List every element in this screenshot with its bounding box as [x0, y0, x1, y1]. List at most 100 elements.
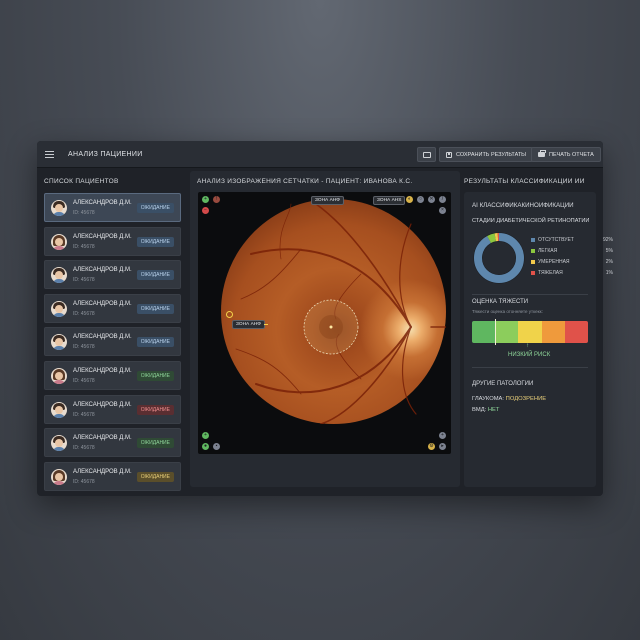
patient-name: АЛЕКСАНДРОВ Д.М.: [73, 233, 132, 240]
viewer-title: АНАЛИЗ ИЗОБРАЖЕНИЯ СЕТЧАТКИ - ПАЦИЕНТ: И…: [197, 178, 413, 185]
status-badge: ОЖИДАНИЕ: [136, 471, 174, 482]
legend-label: ЛЕГКАЯ: [538, 248, 558, 254]
results-title: РЕЗУЛЬТАТЫ КЛАССИФИКАЦИИ ИИ: [464, 178, 585, 185]
patient-name: АЛЕКСАНДРОВ Д.М.: [73, 334, 132, 341]
severity-marker: [495, 319, 497, 345]
severity-arrow-icon: ↑: [526, 343, 529, 349]
status-badge: ОЖИДАНИЕ: [136, 438, 174, 449]
legend-label: ТЯЖЕЛАЯ: [538, 270, 563, 276]
avatar: [51, 200, 67, 216]
risk-label: НИЗКИЙ РИСК: [508, 352, 551, 358]
patient-list-panel: СПИСОК ПАЦИЕНТОВ АЛЕКСАНДРОВ Д.М. ID: 456…: [37, 171, 188, 491]
avatar: [51, 435, 67, 452]
donut-slice-0: [474, 233, 524, 283]
amd-value: НЕТ: [487, 407, 500, 413]
ai-classification-title: AI КЛАССИФИКАКИНОИФИКАЦИИ: [472, 202, 574, 209]
menu-icon[interactable]: [45, 151, 54, 158]
avatar: [51, 267, 67, 284]
severity-segment-1: [495, 321, 519, 343]
patient-id: ID: 45678: [73, 210, 95, 216]
patient-list-item[interactable]: АЛЕКСАНДРОВ Д.М. ID: 45678 ОЖИДАНИЕ: [44, 428, 181, 458]
zoom-in-icon[interactable]: +: [202, 196, 209, 203]
avatar: [51, 401, 67, 418]
legend-label: ОТСУТСТВУЕТ: [538, 237, 574, 243]
severity-segment-3: [541, 321, 565, 343]
legend-swatch: [531, 249, 535, 253]
patient-name: АЛЕКСАНДРОВ Д.М.: [73, 267, 132, 274]
filter-icon[interactable]: ✕: [428, 196, 435, 203]
patient-id: ID: 45678: [73, 277, 95, 284]
dr-stages-title: СТАДИИ ДИАБЕТИЧЕСКОЙ РЕТИНОПАТИИ: [472, 218, 590, 224]
other-pathologies-title: ДРУГИЕ ПАТОЛОГИИ: [472, 381, 534, 387]
avatar: [51, 233, 67, 250]
patient-list-title: СПИСОК ПАЦИЕНТОВ: [44, 178, 119, 185]
patient-list-item[interactable]: АЛЕКСАНДРОВ Д.М. ID: 45678 ОЖИДАНИЕ: [44, 394, 181, 424]
results-card: AI КЛАССИФИКАКИНОИФИКАЦИИ СТАДИИ ДИАБЕТИ…: [464, 192, 613, 487]
patient-list-item[interactable]: АЛЕКСАНДРОВ Д.М. ID: 45678 ОЖИДАНИЕ: [44, 293, 181, 323]
app-window: АНАЛИЗ ПАЦИЕНИИ СОХРАНИТЬ РЕЗУЛЬТАТЫ ПЕЧ…: [37, 141, 613, 496]
brightness-icon[interactable]: ◐: [406, 196, 413, 203]
patient-list-item[interactable]: АЛЕКСАНДРОВ Д.М. ID: 45678 ОЖИДАНИЕ: [44, 361, 181, 390]
severity-title: ОЦЕНКА ТЯЖЕСТИ: [472, 299, 529, 305]
patient-id: ID: 45678: [73, 344, 95, 351]
avatar: [51, 468, 67, 485]
legend-label: УМЕРЕННАЯ: [538, 259, 570, 265]
save-results-label: СОХРАНИТЬ РЕЗУЛЬТАТЫ: [456, 151, 527, 158]
severity-segment-4: [564, 321, 588, 343]
avatar: [51, 368, 67, 384]
printer-icon: [538, 150, 546, 157]
patient-name: АЛЕКСАНДРОВ Д.М.: [73, 200, 132, 206]
severity-segment-2: [518, 321, 542, 343]
add-marker-icon[interactable]: +: [202, 432, 209, 439]
patient-name: АЛЕКСАНДРОВ Д.М.: [73, 401, 132, 408]
status-badge: ОЖИДАНИЕ: [136, 371, 174, 381]
print-report-button[interactable]: ПЕЧАТЬ ОТЧЕТА: [531, 147, 601, 162]
save-icon: [446, 151, 452, 158]
results-panel: РЕЗУЛЬТАТЫ КЛАССИФИКАЦИИ ИИ AI КЛАССИФИК…: [464, 171, 613, 487]
open-folder-button[interactable]: [417, 147, 436, 162]
patient-list-item[interactable]: АЛЕКСАНДРОВ Д.М. ID: 45678 ОЖИДАНИЕ: [44, 327, 181, 357]
contrast-icon[interactable]: ○: [417, 196, 424, 203]
layers-icon[interactable]: ●: [202, 443, 209, 450]
patient-list-item[interactable]: АЛЕКСАНДРОВ Д.М. ID: 45678 ОЖИДАНИЕ: [44, 461, 181, 491]
severity-scale: [472, 321, 588, 343]
save-results-button[interactable]: СОХРАНИТЬ РЕЗУЛЬТАТЫ: [439, 147, 534, 162]
legend-percent: 1%: [605, 270, 613, 276]
patient-name: АЛЕКСАНДРОВ Д.М.: [73, 435, 132, 442]
patient-list-item[interactable]: АЛЕКСАНДРОВ Д.М. ID: 45678 ОЖИДАНИЕ: [44, 193, 181, 222]
target-marker-icon[interactable]: [226, 311, 233, 318]
retina-viewer-panel: АНАЛИЗ ИЗОБРАЖЕНИЯ СЕТЧАТКИ - ПАЦИЕНТ: И…: [190, 171, 460, 487]
fullscreen-icon[interactable]: +: [439, 432, 446, 439]
patient-id: ID: 45678: [73, 478, 95, 485]
marker-pointer: [264, 324, 268, 325]
app-title: АНАЛИЗ ПАЦИЕНИИ: [68, 151, 143, 158]
legend-percent: 92%: [602, 237, 613, 243]
close-icon[interactable]: ×: [439, 207, 446, 214]
fundus-viewer[interactable]: ЗОНА АНФ ЗОНА АНЅ ЗОНА АНФ + ! − ◐ ○ ✕ /…: [198, 192, 451, 454]
zone-label-right: ЗОНА АНЅ: [373, 196, 406, 205]
glaucoma-label: ГЛАУКОМА:: [472, 396, 505, 402]
fundus-image: [221, 199, 446, 424]
edit-icon[interactable]: /: [439, 196, 446, 203]
patient-id: ID: 45678: [73, 378, 95, 384]
status-badge: ОЖИДАНИЕ: [136, 337, 174, 348]
dr-stage-donut-chart: [473, 232, 525, 284]
glaucoma-row: ГЛАУКОМА: ПОДОЗРЕНИЕ: [472, 396, 546, 402]
next-icon[interactable]: ▸: [439, 443, 446, 450]
zoom-out-icon[interactable]: −: [202, 207, 209, 214]
grid-icon[interactable]: ▪: [213, 443, 220, 450]
patient-name: АЛЕКСАНДРОВ Д.М.: [73, 468, 132, 475]
legend-swatch: [531, 260, 535, 264]
patient-id: ID: 45678: [73, 243, 95, 250]
avatar: [51, 334, 67, 351]
avatar: [51, 300, 67, 317]
patient-list-item[interactable]: АЛЕКСАНДРОВ Д.М. ID: 45678 ОЖИДАНИЕ: [44, 226, 181, 256]
rotate-icon[interactable]: !: [213, 196, 220, 203]
legend-item: ЛЕГКАЯ 5%: [531, 247, 613, 255]
patient-list-item[interactable]: АЛЕКСАНДРОВ Д.М. ID: 45678 ОЖИДАНИЕ: [44, 260, 181, 290]
glaucoma-value: ПОДОЗРЕНИЕ: [505, 396, 547, 402]
patient-id: ID: 45678: [73, 411, 95, 418]
amd-row: ВМД: НЕТ: [472, 407, 499, 413]
settings-icon[interactable]: ⚙: [428, 443, 435, 450]
legend-percent: 5%: [605, 248, 613, 254]
